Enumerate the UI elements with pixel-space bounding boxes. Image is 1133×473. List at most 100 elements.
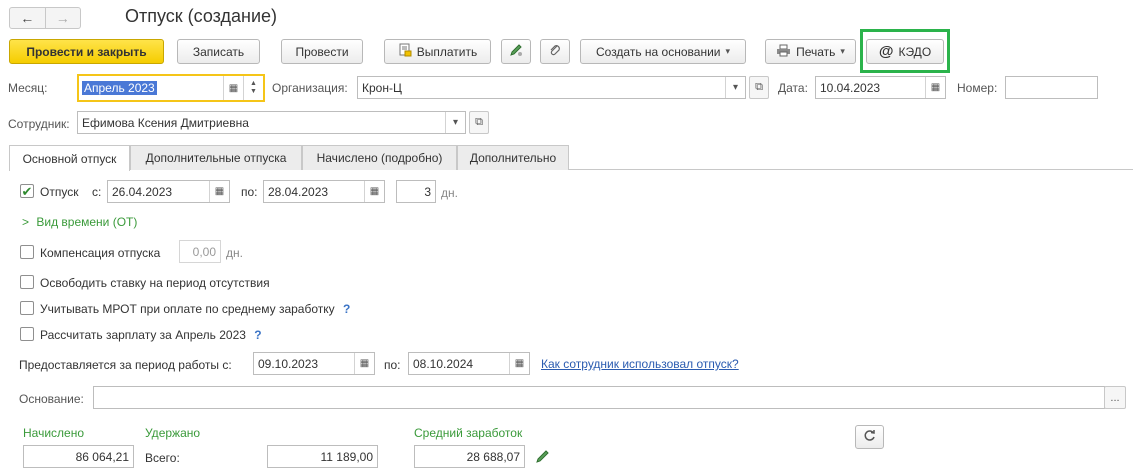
tab-additional-vacations[interactable]: Дополнительные отпуска bbox=[130, 145, 302, 170]
tab-label: Основной отпуск bbox=[22, 151, 117, 166]
compensation-checkbox[interactable] bbox=[20, 245, 34, 259]
withheld-label: Удержано bbox=[145, 426, 201, 440]
basis-field[interactable] bbox=[93, 386, 1105, 409]
create-based-on-button[interactable]: Создать на основании ▾ bbox=[580, 39, 746, 64]
mrot-checkbox[interactable] bbox=[20, 301, 34, 315]
period-from-value: 09.10.2023 bbox=[258, 356, 319, 371]
checkmark-icon: ✔ bbox=[21, 183, 33, 199]
total-label: Всего: bbox=[145, 451, 180, 465]
calc-salary-checkbox[interactable] bbox=[20, 327, 34, 341]
post-label: Провести bbox=[295, 44, 349, 59]
days-field[interactable]: 3 bbox=[396, 180, 436, 203]
help-icon[interactable]: ? bbox=[343, 302, 350, 316]
number-field[interactable] bbox=[1005, 76, 1098, 99]
tab-main-vacation[interactable]: Основной отпуск bbox=[9, 145, 130, 171]
kedo-button[interactable]: @ КЭДО bbox=[866, 39, 944, 64]
vacation-to-field[interactable]: 28.04.2023 ▦ bbox=[263, 180, 385, 203]
post-button[interactable]: Провести bbox=[281, 39, 363, 64]
month-stepper[interactable]: ▲ ▼ bbox=[243, 76, 263, 100]
chevron-down-icon[interactable]: ▾ bbox=[445, 112, 465, 133]
period-to-label: по: bbox=[384, 358, 401, 372]
vacation-to-value: 28.04.2023 bbox=[268, 184, 329, 199]
chevron-down-icon: ▾ bbox=[840, 46, 845, 56]
period-label: Предоставляется за период работы с: bbox=[19, 358, 232, 372]
paperclip-icon bbox=[548, 43, 562, 60]
organization-value: Крон-Ц bbox=[362, 80, 402, 95]
pay-button[interactable]: Выплатить bbox=[384, 39, 491, 64]
period-to-value: 08.10.2024 bbox=[413, 356, 474, 371]
create-based-on-label: Создать на основании bbox=[595, 44, 721, 59]
pay-label: Выплатить bbox=[416, 44, 478, 59]
print-button[interactable]: Печать ▾ bbox=[765, 39, 856, 64]
average-earnings-field: 28 688,07 bbox=[414, 445, 525, 468]
page-title: Отпуск (создание) bbox=[125, 6, 278, 26]
chevron-right-icon: > bbox=[22, 215, 30, 229]
help-icon[interactable]: ? bbox=[254, 328, 261, 342]
pen-icon bbox=[509, 43, 523, 60]
compensation-days-field[interactable]: 0,00 bbox=[179, 240, 221, 263]
print-label: Печать bbox=[796, 44, 836, 59]
back-icon[interactable]: ← bbox=[10, 8, 45, 28]
calc-salary-text: Рассчитать зарплату за Апрель 2023 bbox=[40, 328, 246, 342]
vacation-from-value: 26.04.2023 bbox=[112, 184, 173, 199]
withheld-value: 11 189,00 bbox=[320, 449, 374, 464]
basis-label: Основание: bbox=[19, 392, 84, 406]
accrued-value: 86 064,21 bbox=[75, 449, 129, 464]
printer-icon bbox=[776, 44, 791, 60]
time-type-section[interactable]: > Вид времени (ОТ) bbox=[22, 215, 137, 229]
release-rate-checkbox[interactable] bbox=[20, 275, 34, 289]
mrot-text: Учитывать МРОТ при оплате по среднему за… bbox=[40, 302, 335, 316]
vacation-usage-link[interactable]: Как сотрудник использовал отпуск? bbox=[541, 357, 739, 371]
vacation-checkbox[interactable]: ✔ bbox=[20, 184, 34, 198]
tab-accrued-detailed[interactable]: Начислено (подробно) bbox=[302, 145, 457, 170]
calendar-icon[interactable]: ▦ bbox=[364, 181, 384, 202]
attach-button[interactable] bbox=[540, 39, 570, 64]
chevron-down-icon: ▾ bbox=[725, 46, 731, 56]
tab-label: Дополнительные отпуска bbox=[145, 151, 287, 165]
period-from-field[interactable]: 09.10.2023 ▦ bbox=[253, 352, 375, 375]
days-unit: дн. bbox=[441, 186, 458, 200]
vacation-from-field[interactable]: 26.04.2023 ▦ bbox=[107, 180, 230, 203]
compensation-label: Компенсация отпуска bbox=[40, 246, 161, 260]
month-field[interactable]: Апрель 2023 ▦ ▲ ▼ bbox=[77, 74, 265, 102]
pay-icon bbox=[398, 43, 412, 60]
mrot-label: Учитывать МРОТ при оплате по среднему за… bbox=[40, 302, 350, 316]
period-to-field[interactable]: 08.10.2024 ▦ bbox=[408, 352, 530, 375]
basis-select-button[interactable]: ... bbox=[1104, 386, 1126, 409]
employee-field[interactable]: Ефимова Ксения Дмитриевна ▾ bbox=[77, 111, 466, 134]
open-employee-icon[interactable]: ⧉ bbox=[469, 111, 489, 134]
calendar-icon[interactable]: ▦ bbox=[925, 77, 945, 98]
month-value: Апрель 2023 bbox=[82, 81, 157, 95]
chevron-down-icon[interactable]: ▾ bbox=[725, 77, 745, 98]
month-label: Месяц: bbox=[8, 81, 48, 95]
calendar-icon[interactable]: ▦ bbox=[509, 353, 529, 374]
employee-value: Ефимова Ксения Дмитриевна bbox=[82, 115, 249, 130]
organization-field[interactable]: Крон-Ц ▾ bbox=[357, 76, 746, 99]
edit-pencil-icon[interactable] bbox=[535, 449, 550, 467]
sign-button[interactable] bbox=[501, 39, 531, 64]
tab-label: Дополнительно bbox=[469, 151, 557, 165]
save-button[interactable]: Записать bbox=[177, 39, 260, 64]
forward-icon[interactable]: → bbox=[44, 8, 81, 28]
at-sign-icon: @ bbox=[878, 43, 894, 60]
stepper-down-icon[interactable]: ▼ bbox=[250, 88, 257, 96]
stepper-up-icon[interactable]: ▲ bbox=[250, 80, 257, 88]
refresh-button[interactable] bbox=[855, 425, 884, 449]
date-value: 10.04.2023 bbox=[820, 80, 881, 95]
open-organization-icon[interactable]: ⧉ bbox=[749, 76, 769, 99]
calendar-icon[interactable]: ▦ bbox=[223, 76, 243, 100]
number-label: Номер: bbox=[957, 81, 998, 95]
calendar-icon[interactable]: ▦ bbox=[209, 181, 229, 202]
to-label: по: bbox=[241, 185, 258, 199]
post-and-close-button[interactable]: Провести и закрыть bbox=[9, 39, 164, 64]
calendar-icon[interactable]: ▦ bbox=[354, 353, 374, 374]
average-earnings-label: Средний заработок bbox=[414, 426, 523, 440]
date-field[interactable]: 10.04.2023 ▦ bbox=[815, 76, 946, 99]
vacation-label: Отпуск bbox=[40, 185, 79, 199]
tab-additional[interactable]: Дополнительно bbox=[457, 145, 569, 170]
calc-salary-label: Рассчитать зарплату за Апрель 2023 ? bbox=[40, 328, 262, 342]
accrued-field: 86 064,21 bbox=[23, 445, 134, 468]
kedo-label: КЭДО bbox=[898, 44, 932, 59]
save-label: Записать bbox=[192, 44, 245, 59]
date-label: Дата: bbox=[778, 81, 808, 95]
